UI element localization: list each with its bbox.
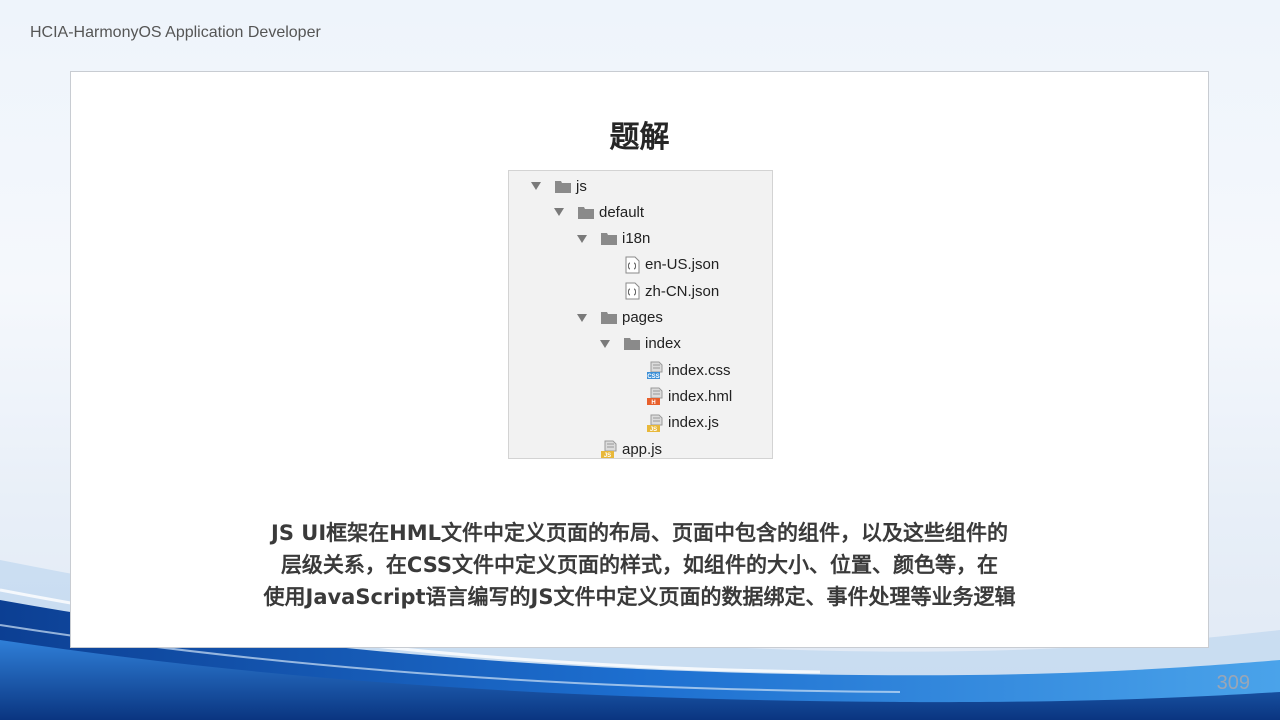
file-tree: js default i18n en-US.json zh-CN.json pages in… xyxy=(508,170,773,459)
json-file-icon xyxy=(624,256,640,274)
tree-item-label: default xyxy=(599,203,645,221)
tree-item-label: js xyxy=(576,177,587,195)
description: JS UI框架在HML文件中定义页面的布局、页面中包含的组件，以及这些组件的 层… xyxy=(71,517,1208,613)
folder-icon xyxy=(601,232,617,246)
hml-file-icon: H xyxy=(647,387,663,406)
svg-text:CSS: CSS xyxy=(647,374,659,379)
expand-arrow-icon[interactable] xyxy=(577,313,587,322)
tree-item-app-js[interactable]: JS app.js xyxy=(601,436,662,462)
description-line: 使用JavaScript语言编写的JS文件中定义页面的数据绑定、事件处理等业务逻… xyxy=(263,585,1016,609)
tree-item-label: index.js xyxy=(668,414,719,432)
tree-item-label: index.hml xyxy=(668,387,733,405)
tree-item-index-hml[interactable]: Hindex.hml xyxy=(647,383,732,409)
tree-item-index-js[interactable]: JS index.js xyxy=(647,410,719,436)
course-header: HCIA-HarmonyOS Application Developer xyxy=(30,24,321,41)
tree-item-label: index xyxy=(645,335,681,353)
expand-arrow-icon[interactable] xyxy=(531,182,541,190)
tree-item-default[interactable]: default xyxy=(554,199,644,225)
folder-icon xyxy=(624,337,640,351)
folder-icon xyxy=(555,180,571,193)
tree-item-label: i18n xyxy=(622,230,651,248)
css-file-icon: CSS xyxy=(647,361,663,380)
expand-arrow-icon[interactable] xyxy=(577,234,587,243)
folder-icon xyxy=(578,206,594,219)
tree-item-index[interactable]: index xyxy=(600,331,681,357)
expand-arrow-icon[interactable] xyxy=(554,208,564,217)
content-card: 题解 js default i18n en-US.json zh-CN.json page… xyxy=(70,71,1209,648)
tree-item-label: pages xyxy=(622,309,663,326)
svg-text:H: H xyxy=(651,400,655,405)
svg-text:JS: JS xyxy=(604,453,611,458)
js-file-icon: JS xyxy=(601,440,617,458)
tree-item-label: index.css xyxy=(668,361,731,379)
description-line: JS UI框架在HML文件中定义页面的布局、页面中包含的组件，以及这些组件的 xyxy=(271,521,1008,545)
js-file-icon: JS xyxy=(647,414,663,432)
json-file-icon xyxy=(624,282,640,300)
tree-item-en-us-json[interactable]: en-US.json xyxy=(624,252,719,278)
tree-item-i18n[interactable]: i18n xyxy=(577,226,650,252)
description-line: 层级关系，在CSS文件中定义页面的样式，如组件的大小、位置、颜色等，在 xyxy=(280,553,999,577)
tree-item-label: app.js xyxy=(622,440,663,458)
expand-arrow-icon[interactable] xyxy=(600,339,610,348)
tree-item-pages[interactable]: pages xyxy=(577,305,663,331)
svg-text:JS: JS xyxy=(650,427,657,432)
tree-item-index-css[interactable]: CSS index.css xyxy=(647,357,731,383)
tree-item-label: en-US.json xyxy=(645,256,720,274)
slide-title: 题解 xyxy=(609,120,670,155)
tree-item-label: zh-CN.json xyxy=(645,282,720,300)
page-number: 309 xyxy=(1216,672,1250,694)
tree-item-zh-cn-json[interactable]: zh-CN.json xyxy=(624,278,719,304)
tree-item-js[interactable]: js xyxy=(531,173,587,199)
folder-icon xyxy=(601,311,617,324)
